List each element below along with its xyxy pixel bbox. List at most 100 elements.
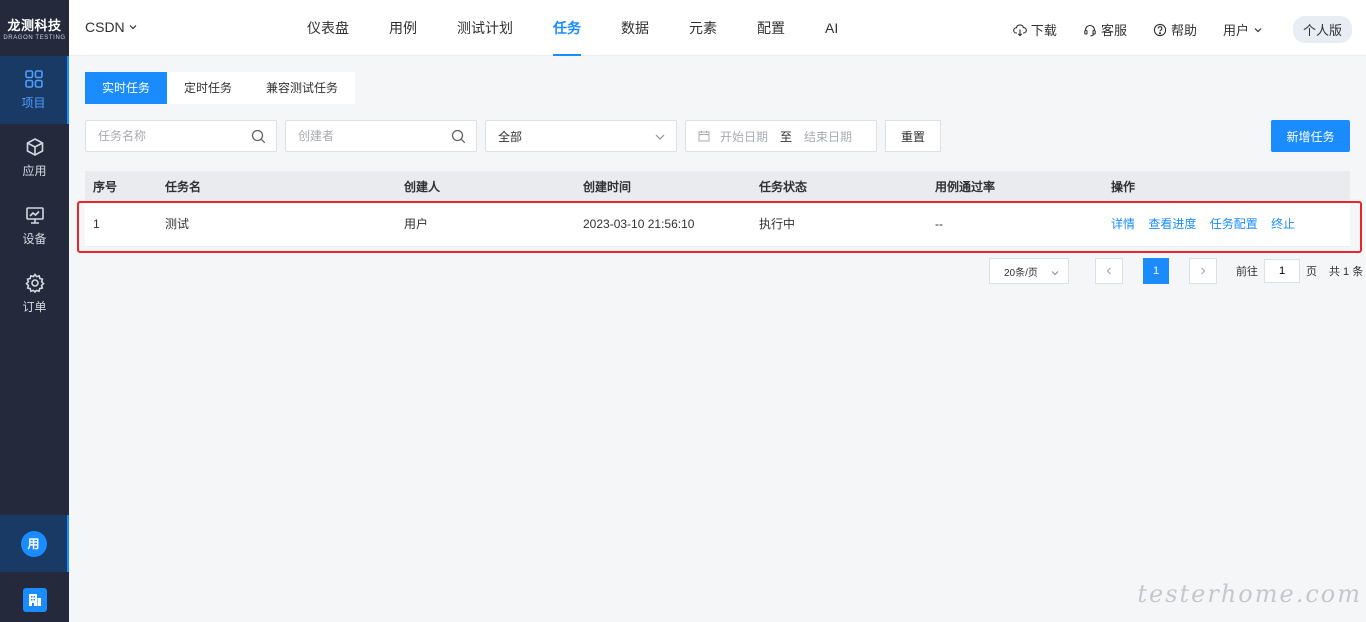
watermark: testerhome.com <box>1137 580 1362 608</box>
terminate-link[interactable]: 终止 <box>1271 217 1295 231</box>
cell-creator: 用户 <box>404 217 429 231</box>
nav-data[interactable]: 数据 <box>601 0 669 56</box>
cell-index: 1 <box>93 216 100 231</box>
date-range-separator: 至 <box>780 129 793 144</box>
grid-icon <box>24 70 43 88</box>
monitor-icon <box>25 207 44 224</box>
pagination: 20条/页 1 前往 页 共 1 条 <box>989 258 1363 284</box>
task-type-tabs: 实时任务 定时任务 兼容测试任务 <box>85 72 356 104</box>
sidebar-item-label: 设备 <box>22 232 47 246</box>
question-circle-icon <box>1153 23 1167 36</box>
column-header-pass-rate: 用例通过率 <box>935 179 996 194</box>
nav-cases[interactable]: 用例 <box>369 0 437 56</box>
search-icon[interactable] <box>451 129 466 144</box>
support-label: 客服 <box>1100 23 1127 38</box>
project-selector[interactable]: CSDN <box>85 19 138 35</box>
column-header-actions: 操作 <box>1111 179 1136 194</box>
main-nav: 仪表盘 用例 测试计划 任务 数据 元素 配置 AI <box>287 0 858 56</box>
sidebar-item-device[interactable]: 设备 <box>0 192 69 260</box>
sidebar-item-app[interactable]: 应用 <box>0 124 69 192</box>
top-header: CSDN 仪表盘 用例 测试计划 任务 数据 元素 配置 AI 下载 客服 帮助… <box>69 0 1366 56</box>
headset-icon <box>1084 24 1096 36</box>
cell-status: 执行中 <box>759 217 796 231</box>
page-unit-label: 页 <box>1306 266 1317 278</box>
building-icon[interactable] <box>22 588 47 612</box>
nav-dashboard[interactable]: 仪表盘 <box>287 0 369 56</box>
task-name-input[interactable] <box>98 129 276 143</box>
details-link[interactable]: 详情 <box>1111 217 1135 231</box>
page-size-value: 20条/页 <box>1004 267 1038 279</box>
column-header-name: 任务名 <box>165 179 202 194</box>
reset-button[interactable]: 重置 <box>885 120 941 152</box>
sidebar-user[interactable]: 用 <box>0 515 69 572</box>
chevron-down-icon <box>1254 27 1262 32</box>
creator-search[interactable] <box>285 120 477 152</box>
brand-name: 龙测科技 <box>7 18 62 33</box>
tab-realtime-tasks[interactable]: 实时任务 <box>85 72 168 104</box>
nav-tasks[interactable]: 任务 <box>533 0 601 56</box>
sidebar-item-label: 应用 <box>22 164 47 178</box>
total-count: 共 1 条 <box>1329 266 1364 278</box>
sidebar-item-order[interactable]: 订单 <box>0 260 69 328</box>
nav-config[interactable]: 配置 <box>737 0 805 56</box>
sidebar-item-label: 项目 <box>21 96 46 110</box>
cloud-download-icon <box>1013 23 1027 36</box>
task-name-search[interactable] <box>85 120 277 152</box>
new-task-button[interactable]: 新增任务 <box>1271 120 1350 152</box>
next-page-button[interactable] <box>1189 258 1217 284</box>
download-button[interactable]: 下载 <box>1013 20 1057 39</box>
status-select-value: 全部 <box>498 129 523 144</box>
creator-input[interactable] <box>298 129 476 143</box>
page-number-current[interactable]: 1 <box>1143 258 1169 284</box>
download-label: 下载 <box>1030 23 1057 38</box>
user-menu[interactable]: 用户 <box>1223 20 1263 39</box>
goto-label: 前往 <box>1236 266 1258 278</box>
goto-page-input[interactable] <box>1264 259 1300 283</box>
date-range-picker[interactable]: 开始日期 至 结束日期 <box>685 120 877 152</box>
edition-badge[interactable]: 个人版 <box>1292 16 1352 43</box>
sidebar-item-project[interactable]: 项目 <box>0 56 69 124</box>
brand-sub: DRAGON TESTING <box>3 35 66 41</box>
view-progress-link[interactable]: 查看进度 <box>1148 217 1196 231</box>
end-date-input[interactable]: 结束日期 <box>804 128 852 145</box>
brand-logo[interactable]: 龙测科技 DRAGON TESTING <box>0 0 69 56</box>
chevron-left-icon <box>1106 267 1111 275</box>
column-header-creator: 创建人 <box>404 179 441 194</box>
avatar[interactable]: 用 <box>20 530 47 557</box>
nav-ai[interactable]: AI <box>805 0 858 56</box>
cell-created-time: 2023-03-10 21:56:10 <box>583 216 695 231</box>
column-header-created: 创建时间 <box>583 179 632 194</box>
main-content: 实时任务 定时任务 兼容测试任务 全部 开始日期 至 结束日期 重置 新增任务 … <box>69 56 1366 622</box>
task-config-link[interactable]: 任务配置 <box>1210 217 1258 231</box>
tab-scheduled-tasks[interactable]: 定时任务 <box>167 72 249 104</box>
column-header-status: 任务状态 <box>759 179 808 194</box>
sidebar-docs[interactable] <box>0 580 69 620</box>
user-label: 用户 <box>1222 23 1249 38</box>
table-row[interactable]: 1 测试 用户 2023-03-10 21:56:10 执行中 -- 详情 查看… <box>85 201 1350 247</box>
page-size-select[interactable]: 20条/页 <box>989 258 1069 284</box>
chevron-down-icon <box>1051 271 1059 276</box>
cube-icon <box>26 138 43 156</box>
help-label: 帮助 <box>1170 23 1197 38</box>
cell-actions: 详情 查看进度 任务配置 终止 <box>1111 215 1350 232</box>
task-table: 序号 任务名 创建人 创建时间 任务状态 用例通过率 操作 1 测试 用户 20… <box>85 171 1350 247</box>
nav-elements[interactable]: 元素 <box>669 0 737 56</box>
filter-bar: 全部 开始日期 至 结束日期 重置 新增任务 <box>85 120 1350 152</box>
header-actions: 下载 客服 帮助 用户 个人版 <box>987 16 1352 43</box>
sidebar-item-label: 订单 <box>22 300 47 314</box>
prev-page-button[interactable] <box>1095 258 1123 284</box>
chevron-down-icon <box>129 25 137 30</box>
support-button[interactable]: 客服 <box>1083 20 1127 39</box>
chevron-down-icon <box>655 134 665 140</box>
nav-test-plan[interactable]: 测试计划 <box>437 0 533 56</box>
status-select[interactable]: 全部 <box>485 120 677 152</box>
chevron-right-icon <box>1201 267 1206 275</box>
tab-compatibility-tasks[interactable]: 兼容测试任务 <box>249 72 355 104</box>
search-icon[interactable] <box>251 129 266 144</box>
sidebar: 龙测科技 DRAGON TESTING 项目 应用 设备 订单 用 <box>0 0 69 622</box>
start-date-input[interactable]: 开始日期 <box>720 128 768 145</box>
cell-pass-rate: -- <box>935 216 943 231</box>
help-button[interactable]: 帮助 <box>1153 20 1197 39</box>
cell-task-name: 测试 <box>165 217 190 231</box>
gear-icon <box>24 273 45 293</box>
